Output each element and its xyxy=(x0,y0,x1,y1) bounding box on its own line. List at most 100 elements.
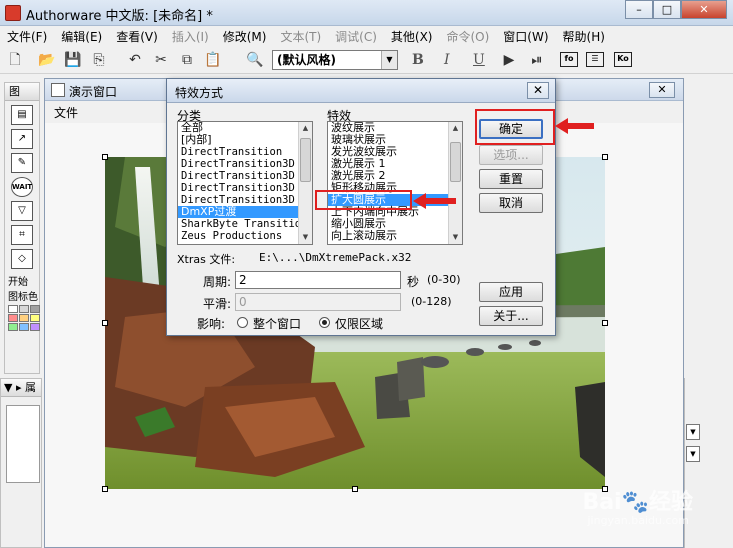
underline-button[interactable]: U xyxy=(473,52,485,68)
selected-effect-highlight xyxy=(315,190,412,210)
navigate-icon[interactable]: ▽ xyxy=(11,201,33,221)
undo-icon[interactable]: ↶ xyxy=(126,51,144,69)
icon-palette: 图 ▤ ↗ ✎ WAIT ▽ ⌗ ◇ 开始 图标色 xyxy=(4,82,40,374)
effect-list[interactable]: 波纹展示 玻璃状展示 发光波纹展示 激光展示 1 激光展示 2 矩形移动展示 扩大圆展示 上下… xyxy=(327,121,463,245)
color-swatch[interactable] xyxy=(19,314,29,322)
menu-modify[interactable]: 修改(M) xyxy=(216,26,274,46)
display-icon[interactable]: ▤ xyxy=(11,105,33,125)
color-swatch[interactable] xyxy=(19,305,29,313)
smooth-input[interactable]: 0 xyxy=(235,293,401,311)
category-item[interactable]: Zeus Productions xyxy=(178,230,312,242)
properties-header[interactable]: ▼ ▸ 属 xyxy=(1,379,41,397)
menu-debug[interactable]: 调试(C) xyxy=(328,26,384,46)
italic-button[interactable]: I xyxy=(444,52,450,68)
resize-handle[interactable] xyxy=(602,320,608,326)
bold-button[interactable]: B xyxy=(412,52,424,68)
about-button[interactable]: 关于... xyxy=(479,306,543,326)
menu-insert[interactable]: 插入(I) xyxy=(165,26,216,46)
color-swatch[interactable] xyxy=(19,323,29,331)
erase-icon[interactable]: ✎ xyxy=(11,153,33,173)
effect-item[interactable]: 向上滚动展示 xyxy=(328,230,462,242)
category-item[interactable]: DirectTransition xyxy=(178,146,312,158)
resize-handle[interactable] xyxy=(352,486,358,492)
category-item[interactable]: DirectTransition3D : xyxy=(178,182,312,194)
options-button[interactable]: 选项... xyxy=(479,145,543,165)
category-list[interactable]: 全部 [内部] DirectTransition DirectTransition3D… xyxy=(177,121,313,245)
open-file-icon[interactable]: 📂 xyxy=(38,51,56,69)
presentation-close-button[interactable]: ✕ xyxy=(649,82,675,98)
menu-help[interactable]: 帮助(H) xyxy=(556,26,612,46)
menu-edit[interactable]: 编辑(E) xyxy=(54,26,109,46)
import-icon[interactable]: ⎘ xyxy=(90,51,108,69)
period-label: 周期: xyxy=(203,275,232,289)
category-item[interactable]: SharkByte Transitio xyxy=(178,218,312,230)
scroll-thumb[interactable] xyxy=(300,138,311,182)
knowledge-objects-button[interactable]: Ko xyxy=(614,52,632,67)
copy-icon[interactable]: ⧉ xyxy=(178,51,196,69)
variables-icon[interactable]: ☰ xyxy=(586,52,604,67)
menu-other[interactable]: 其他(X) xyxy=(384,26,440,46)
resize-handle[interactable] xyxy=(102,486,108,492)
color-swatch[interactable] xyxy=(8,323,18,331)
cut-icon[interactable]: ✂ xyxy=(152,51,170,69)
style-select-value: (默认风格) xyxy=(277,53,336,67)
category-item[interactable]: DmXP过渡 xyxy=(178,206,312,218)
smooth-label: 平滑: xyxy=(203,297,232,311)
affect-area-label[interactable]: 仅限区域 xyxy=(335,315,383,332)
menu-view[interactable]: 查看(V) xyxy=(109,26,165,46)
category-item[interactable]: DirectTransition3D xyxy=(178,158,312,170)
menu-command[interactable]: 命令(O) xyxy=(439,26,496,46)
color-swatch[interactable] xyxy=(8,305,18,313)
framework-icon[interactable]: ⌗ xyxy=(11,225,33,245)
cancel-button[interactable]: 取消 xyxy=(479,193,543,213)
effect-scrollbar[interactable]: ▲ ▼ xyxy=(448,122,462,244)
dropdown-arrow-icon[interactable]: ▼ xyxy=(686,446,700,462)
color-swatch[interactable] xyxy=(30,305,40,313)
color-swatch[interactable] xyxy=(30,323,40,331)
save-icon[interactable]: 💾 xyxy=(64,51,82,69)
scroll-up-icon[interactable]: ▲ xyxy=(449,122,462,135)
find-icon[interactable]: 🔍 xyxy=(246,51,264,69)
close-button[interactable]: ✕ xyxy=(681,0,727,19)
decision-icon[interactable]: ◇ xyxy=(11,249,33,269)
resize-handle[interactable] xyxy=(102,320,108,326)
color-swatch[interactable] xyxy=(30,314,40,322)
affect-whole-label[interactable]: 整个窗口 xyxy=(253,315,301,332)
presentation-menu-file[interactable]: 文件 xyxy=(54,104,78,121)
menu-text[interactable]: 文本(T) xyxy=(273,26,328,46)
affect-area-radio[interactable] xyxy=(319,317,330,328)
scroll-down-icon[interactable]: ▼ xyxy=(299,231,312,244)
new-file-icon[interactable]: 🗋 xyxy=(6,51,24,69)
maximize-button[interactable]: □ xyxy=(653,0,681,19)
dialog-close-button[interactable]: ✕ xyxy=(527,82,549,99)
dropdown-arrow-icon[interactable]: ▼ xyxy=(686,424,700,440)
style-select[interactable]: (默认风格) ▼ xyxy=(272,50,398,70)
resize-handle[interactable] xyxy=(102,154,108,160)
affect-whole-radio[interactable] xyxy=(237,317,248,328)
functions-button[interactable]: fo xyxy=(560,52,578,67)
reset-button[interactable]: 重置 xyxy=(479,169,543,189)
control-panel-icon[interactable]: ⏯ xyxy=(528,51,546,69)
right-side-panel: ▼ ▼ xyxy=(684,378,733,548)
run-icon[interactable]: ▶ xyxy=(500,51,518,69)
paste-icon[interactable]: 📋 xyxy=(204,51,222,69)
category-scrollbar[interactable]: ▲ ▼ xyxy=(298,122,312,244)
chevron-down-icon[interactable]: ▼ xyxy=(381,51,397,69)
wait-icon[interactable]: WAIT xyxy=(11,177,33,197)
authorware-app-icon xyxy=(5,5,21,21)
period-input[interactable]: 2 xyxy=(235,271,401,289)
minimize-button[interactable]: – xyxy=(625,0,653,19)
icon-color-label: 图标色 xyxy=(8,292,38,303)
apply-button[interactable]: 应用 xyxy=(479,282,543,302)
scroll-down-icon[interactable]: ▼ xyxy=(449,231,462,244)
scroll-thumb[interactable] xyxy=(450,142,461,182)
category-item[interactable]: DirectTransition3D : xyxy=(178,170,312,182)
resize-handle[interactable] xyxy=(602,154,608,160)
category-item[interactable]: [内部] xyxy=(178,134,312,146)
menu-window[interactable]: 窗口(W) xyxy=(496,26,555,46)
properties-panel: ▼ ▸ 属 xyxy=(0,378,42,548)
menu-file[interactable]: 文件(F) xyxy=(0,26,54,46)
scroll-up-icon[interactable]: ▲ xyxy=(299,122,312,135)
motion-icon[interactable]: ↗ xyxy=(11,129,33,149)
color-swatch[interactable] xyxy=(8,314,18,322)
